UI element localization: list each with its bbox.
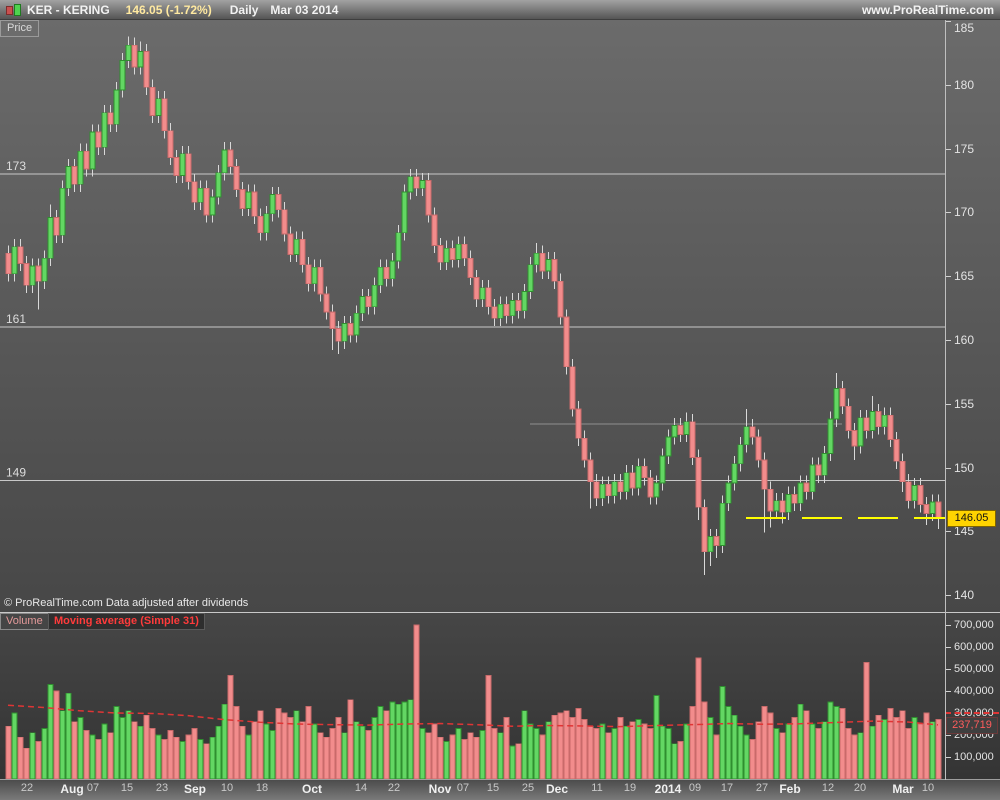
copyright-note: © ProRealTime.com Data adjusted after di…	[4, 597, 249, 609]
volume-chart-canvas[interactable]	[0, 613, 945, 779]
svg-text:173: 173	[6, 159, 26, 173]
axis-divider	[945, 20, 946, 780]
instrument-title: KER - KERING	[27, 2, 110, 17]
last-quote-change: 146.05 (-1.72%)	[125, 2, 212, 17]
volume-pane: Volume Moving average (Simple 31) 100,00…	[0, 612, 1000, 779]
moving-average-legend[interactable]: Moving average (Simple 31)	[48, 613, 205, 630]
tab-price[interactable]: Price	[0, 20, 40, 37]
candlestick-icon	[5, 2, 21, 17]
svg-text:161: 161	[6, 312, 26, 326]
last-price-chip: 146.05	[947, 510, 996, 527]
prorealtime-chart-window: KER - KERING 146.05 (-1.72%) Daily Mar 0…	[0, 0, 1000, 800]
title-bar: KER - KERING 146.05 (-1.72%) Daily Mar 0…	[0, 0, 1000, 20]
price-pane: 173 161 149 Price © ProRealTime.com Data a…	[0, 20, 1000, 612]
date-labels: 22 Aug 07 15 23 Sep 10 18 Oct 14 22 Nov 07 15 25 Dec 11 1…	[20, 782, 935, 796]
ma-value-dash	[945, 712, 999, 714]
timeframe-label: Daily	[229, 2, 259, 17]
date-axis[interactable]: 22 Aug 07 15 23 Sep 10 18 Oct 14 22 Nov 07 15 25 Dec 11 1…	[0, 779, 1000, 800]
tab-volume[interactable]: Volume	[0, 613, 49, 630]
ma-value-chip: 237,719	[946, 717, 998, 734]
volume-axis[interactable]: 100,000 200,000 300,000 400,000 500,000 600,0…	[945, 613, 1000, 779]
svg-text:149: 149	[6, 465, 26, 479]
session-date: Mar 03 2014	[270, 2, 339, 17]
prorealtime-link[interactable]: www.ProRealTime.com	[862, 3, 1000, 17]
price-chart-canvas[interactable]: 173 161 149	[0, 20, 945, 612]
